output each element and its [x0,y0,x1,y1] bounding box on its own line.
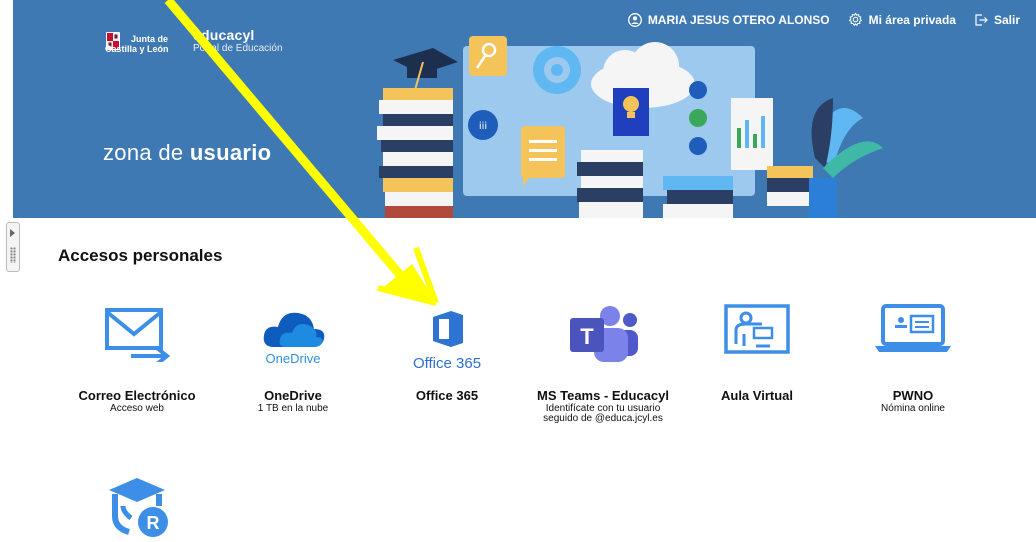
tile-correo-electronico[interactable]: Correo Electrónico Acceso web [62,298,212,414]
logout-icon [975,13,988,26]
site-logo[interactable]: Junta de Castilla y León educacyl Portal… [105,28,283,56]
tile-desc: Acceso web [110,403,164,414]
mail-forward-icon [105,308,171,362]
tile-desc: Nómina online [881,403,945,414]
tile-title: Office 365 [415,388,479,403]
sidebar-toggle-handle[interactable] [6,222,20,272]
tile-pwno[interactable]: PWNO Nómina online [838,298,988,414]
tile-ms-teams[interactable]: T MS Teams - Educacyl Identifícate con t… [528,298,678,424]
svg-text:R: R [147,513,160,533]
svg-text:T: T [580,324,594,349]
tile-title: Correo Electrónico [78,388,196,403]
logout-link[interactable]: Salir [974,13,1020,27]
office365-icon [433,311,463,347]
tile-title: MS Teams - Educacyl [537,388,669,403]
educacyl-name: educacyl Portal de Educación [193,28,283,56]
chevron-right-icon [10,229,15,237]
svg-text:iii: iii [479,121,487,132]
tile-desc: 1 TB en la nube [257,403,329,414]
banner-illustration: iii [377,36,883,218]
page: MARIA JESUS OTERO ALONSO Mi área privada… [0,0,1036,542]
graduation-r-icon: R [109,478,168,537]
tile-onedrive[interactable]: OneDrive OneDrive 1 TB en la nube [218,298,368,414]
logout-label: Salir [993,12,1020,27]
office365-logo-text: Office 365 [412,355,482,372]
site-name: educacyl [193,27,255,43]
tile-title: OneDrive [264,388,322,403]
tile-office-365[interactable]: Office 365 Office 365 [372,298,522,403]
tile-graduation-r[interactable]: R [62,466,212,538]
tile-desc-line-2: seguido de @educa.jcyl.es [543,413,663,424]
header-banner: MARIA JESUS OTERO ALONSO Mi área privada… [13,0,1036,218]
section-title: Accesos personales [58,246,223,265]
tile-title: Aula Virtual [720,388,793,403]
teams-icon: T [570,306,638,362]
jcyl-line-1: Junta de [131,34,169,44]
jcyl-line-2: Castilla y León [105,44,169,54]
zone-heading: zona de usuario [103,140,271,166]
zone-highlight: usuario [189,140,272,165]
aula-virtual-icon [724,304,790,354]
zone-prefix: zona de [103,140,184,165]
tile-title: PWNO [892,388,934,403]
pwno-laptop-icon [875,304,951,352]
onedrive-icon [263,312,325,347]
site-subtitle: Portal de Educación [193,43,283,54]
tile-aula-virtual[interactable]: Aula Virtual [682,298,832,403]
book-stack-left-icon [377,48,458,218]
jcyl-name: Junta de Castilla y León [105,34,193,54]
grip-dots-icon [10,247,16,263]
onedrive-logo-text: OneDrive [265,351,321,366]
